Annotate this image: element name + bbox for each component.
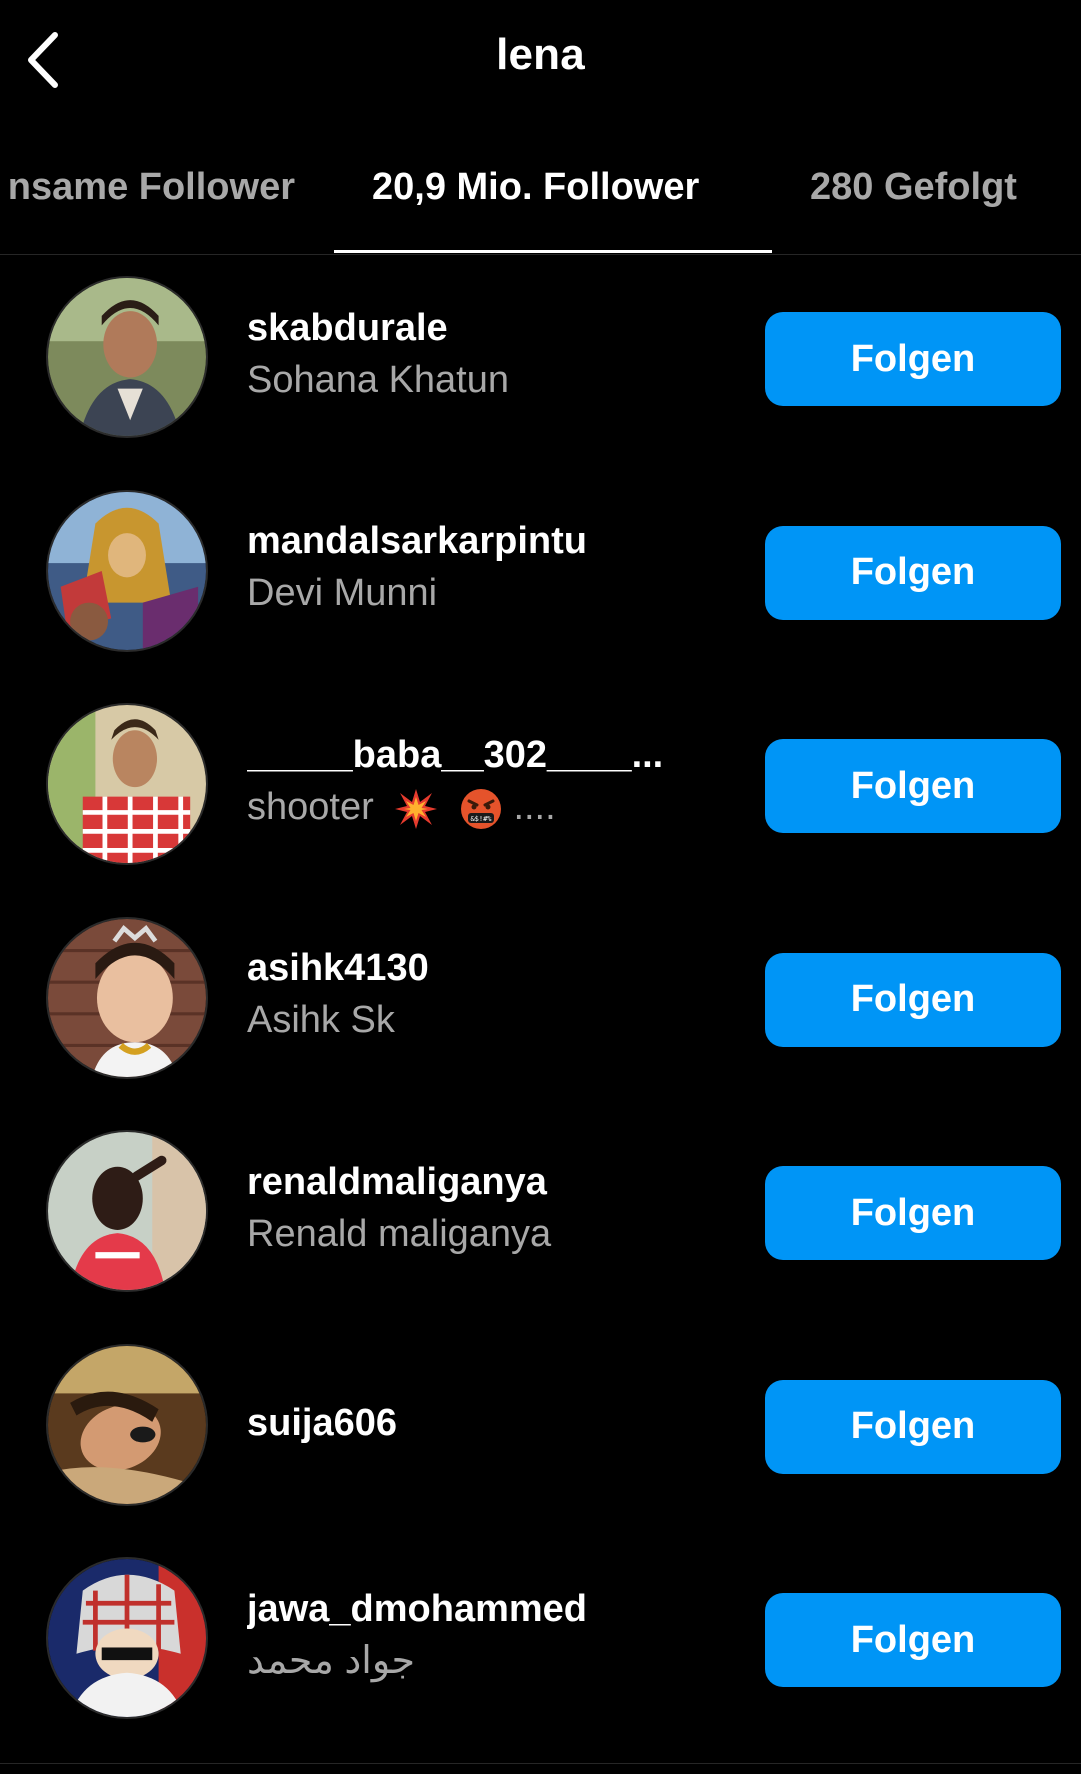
user-text[interactable]: renaldmaliganya Renald maliganya — [247, 1110, 687, 1324]
list-item[interactable]: skabdurale Sohana Khatun Folgen — [0, 256, 1081, 470]
user-text[interactable]: asihk4130 Asihk Sk — [247, 897, 687, 1111]
full-name: Renald maliganya — [247, 1212, 552, 1255]
username: renaldmaliganya — [247, 1160, 547, 1203]
list-item[interactable]: jawa_dmohammed جواد محمد Folgen — [0, 1537, 1081, 1751]
avatar[interactable] — [46, 916, 208, 1079]
avatar[interactable] — [46, 703, 208, 865]
follow-button[interactable]: Folgen — [765, 525, 1061, 620]
user-text[interactable]: _____baba__302____... shooter &$!#% .... — [247, 683, 687, 897]
avatar[interactable] — [46, 1130, 208, 1292]
tab-following[interactable]: 280 Gefolgt — [810, 166, 1017, 209]
user-text[interactable]: suija606 — [247, 1324, 687, 1538]
list-item[interactable]: _____baba__302____... shooter &$!#% .... — [0, 683, 1081, 897]
full-name-text: shooter — [247, 785, 374, 828]
user-text[interactable]: skabdurale Sohana Khatun — [247, 256, 687, 470]
full-name: جواد محمد — [247, 1639, 415, 1682]
user-text[interactable]: jawa_dmohammed جواد محمد — [247, 1537, 687, 1751]
page-title: lena — [496, 30, 585, 79]
tab-bar: nsame Follower 20,9 Mio. Follower 280 Ge… — [0, 150, 1081, 255]
full-name: shooter &$!#% .... — [247, 779, 687, 835]
avatar[interactable] — [46, 1557, 208, 1719]
username: asihk4130 — [247, 947, 429, 990]
username: jawa_dmohammed — [247, 1587, 587, 1630]
username: _____baba__302____... — [247, 733, 664, 776]
tab-mutual-followers[interactable]: nsame Follower — [8, 166, 295, 209]
full-name-suffix: .... — [513, 785, 556, 828]
active-tab-indicator — [334, 250, 772, 253]
username: mandalsarkarpintu — [247, 520, 587, 563]
username: skabdurale — [247, 306, 448, 349]
bottom-divider — [0, 1763, 1081, 1764]
top-bar: lena — [0, 0, 1081, 120]
tab-followers[interactable]: 20,9 Mio. Follower — [372, 166, 699, 209]
list-item[interactable]: asihk4130 Asihk Sk Folgen — [0, 897, 1081, 1111]
list-item[interactable]: renaldmaliganya Renald maliganya Folgen — [0, 1110, 1081, 1324]
follower-list[interactable]: skabdurale Sohana Khatun Folgen mandalsa… — [0, 256, 1081, 1751]
follow-button[interactable]: Folgen — [765, 1593, 1061, 1687]
full-name: Sohana Khatun — [247, 358, 510, 401]
user-text[interactable]: mandalsarkarpintu Devi Munni — [247, 470, 687, 684]
list-item[interactable]: mandalsarkarpintu Devi Munni Folgen — [0, 470, 1081, 684]
follow-button[interactable]: Folgen — [765, 739, 1061, 833]
full-name: Devi Munni — [247, 572, 438, 615]
collision-emoji-icon — [395, 788, 438, 829]
avatar[interactable] — [46, 276, 208, 438]
full-name: Asihk Sk — [247, 999, 395, 1042]
follow-button[interactable]: Folgen — [765, 1379, 1061, 1474]
list-item[interactable]: suija606 Folgen — [0, 1324, 1081, 1538]
username: suija606 — [247, 1402, 397, 1445]
cursing-face-emoji-icon: &$!#% — [460, 788, 501, 829]
svg-text:&$!#%: &$!#% — [470, 815, 492, 823]
follow-button[interactable]: Folgen — [765, 1166, 1061, 1260]
follow-button[interactable]: Folgen — [765, 312, 1061, 406]
avatar[interactable] — [46, 489, 208, 652]
follow-button[interactable]: Folgen — [765, 952, 1061, 1047]
avatar[interactable] — [46, 1343, 208, 1506]
